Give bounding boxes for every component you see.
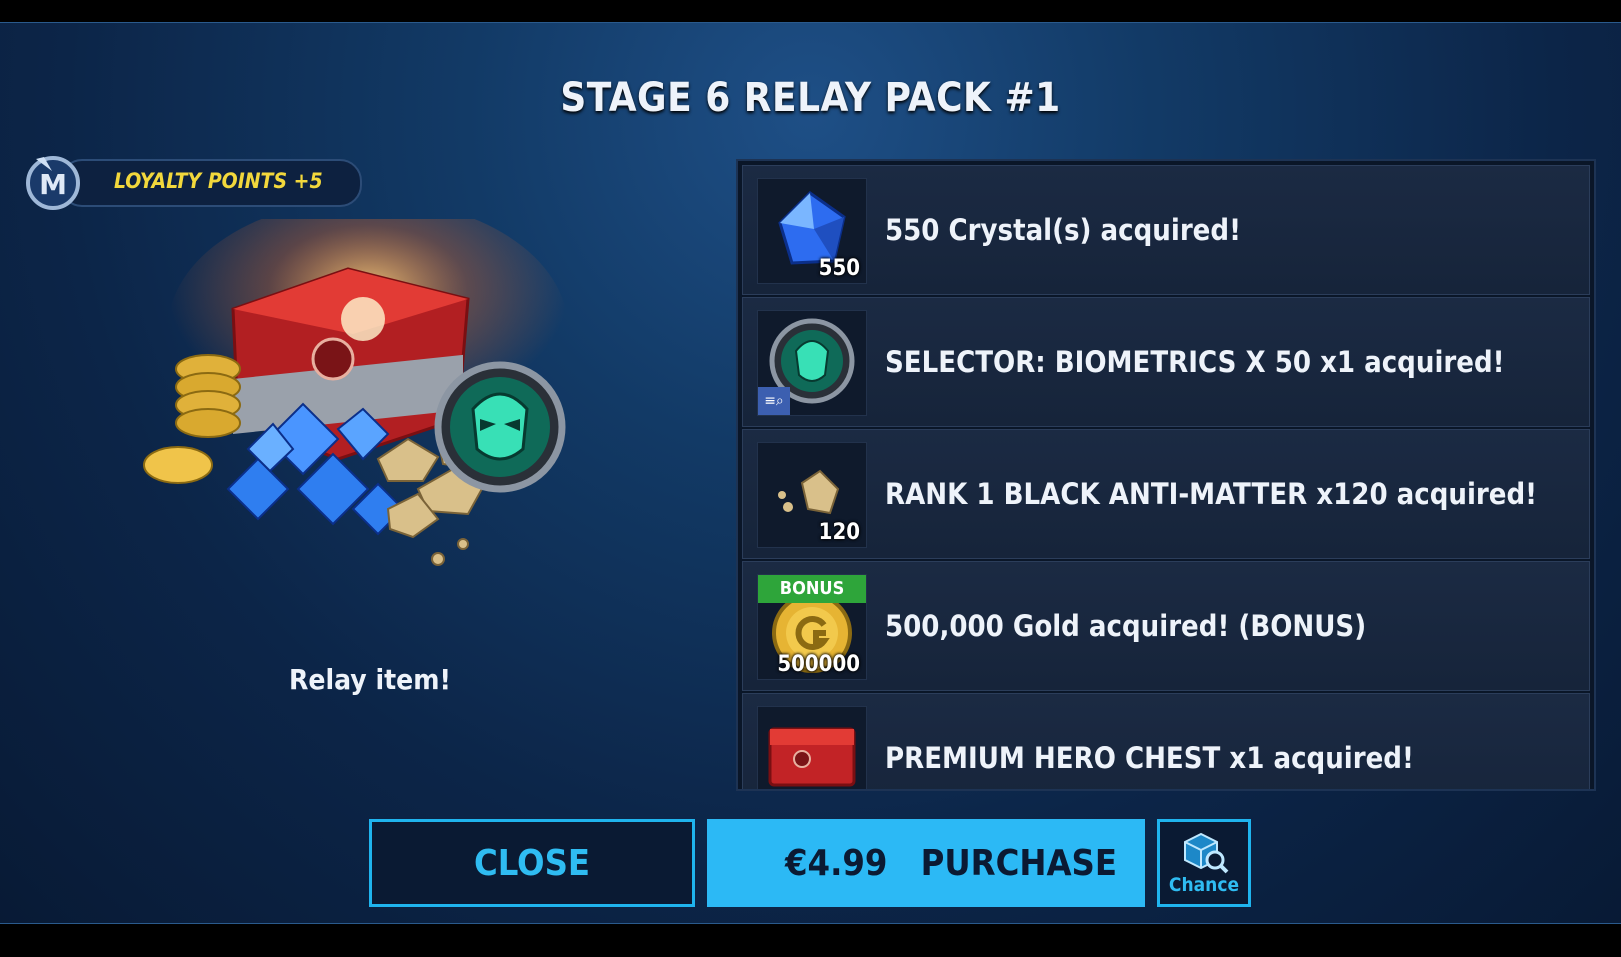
reward-icon-frame: 550 [757,178,867,284]
pack-contents-illustration [143,219,568,566]
magnify-list-icon[interactable]: ≡⌕ [758,387,790,415]
price-label: €4.99 [785,842,888,884]
cube-magnifier-icon [1184,832,1229,874]
svg-text:M: M [39,168,67,201]
loyalty-points-label: LOYALTY POINTS +5 [114,169,323,193]
biometrics-token-icon [434,361,566,493]
reward-text: SELECTOR: BIOMETRICS X 50 x1 acquired! [885,345,1505,379]
loyalty-points-badge: M LOYALTY POINTS +5 [22,149,362,210]
chance-button[interactable]: Chance [1157,819,1251,907]
reward-quantity: 550 [818,256,860,281]
reward-icon-frame: ≡⌕ [757,310,867,416]
dialog-title: STAGE 6 RELAY PACK #1 [560,75,1061,121]
reward-quantity: 120 [818,520,860,545]
reward-text: 550 Crystal(s) acquired! [885,213,1241,247]
reward-icon-frame: 120 [757,442,867,548]
reward-icon-frame: BONUS 500000 [757,574,867,680]
relay-item-label: Relay item! [289,663,451,696]
reward-row: ≡⌕ SELECTOR: BIOMETRICS X 50 x1 acquired… [742,297,1590,427]
reward-text: 500,000 Gold acquired! (BONUS) [885,609,1367,643]
reward-row: 550 550 Crystal(s) acquired! [742,165,1590,295]
hero-chest-icon [768,727,856,787]
reward-quantity: 500000 [777,652,860,677]
reward-text: RANK 1 BLACK ANTI-MATTER x120 acquired! [885,477,1538,511]
purchase-button[interactable]: €4.99 PURCHASE [707,819,1145,907]
reward-row: BONUS 500000 500,000 Gold acquired! (BON… [742,561,1590,691]
bonus-tag: BONUS [758,575,866,603]
reward-row: PREMIUM HERO CHEST x1 acquired! [742,693,1590,789]
reward-icon-frame [757,706,867,789]
loyalty-m-icon: M [26,156,80,210]
pack-dialog: STAGE 6 RELAY PACK #1 M LOYALTY POINTS +… [0,22,1621,924]
purchase-label: PURCHASE [920,842,1117,884]
gold-coins-icon [143,354,241,484]
reward-list[interactable]: 550 550 Crystal(s) acquired! ≡⌕ SELECTOR… [736,159,1596,791]
close-button[interactable]: CLOSE [369,819,695,907]
chance-label: Chance [1168,874,1240,896]
reward-row: 120 RANK 1 BLACK ANTI-MATTER x120 acquir… [742,429,1590,559]
reward-text: PREMIUM HERO CHEST x1 acquired! [885,741,1414,775]
